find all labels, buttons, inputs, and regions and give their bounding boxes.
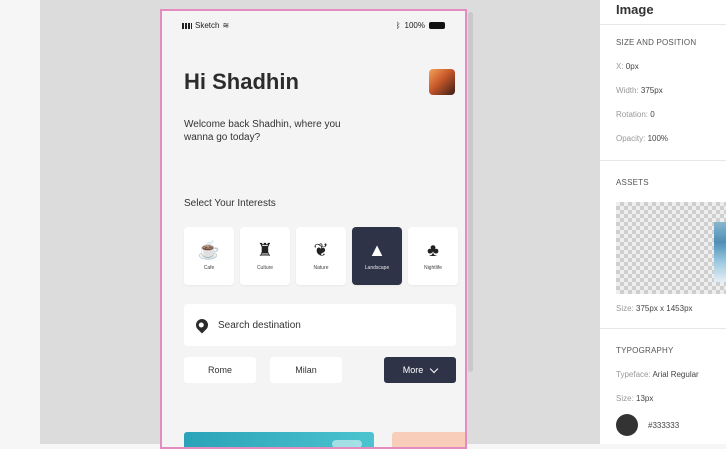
x-value: 0px [625,62,639,71]
font-size-label: Size: [616,394,634,403]
signal-icon [182,22,192,29]
typeface-value: Arial Regular [652,370,699,379]
artboard-scrollbar[interactable] [468,12,473,372]
width-value: 375px [640,86,663,95]
typography-heading: TYPOGRAPHY [616,346,674,355]
asset-size: Size: 375px x 1453px [616,304,693,313]
divider [600,160,726,161]
interests-heading: Select Your Interests [184,198,276,209]
width-field[interactable]: Width: 375px [616,86,663,95]
mountain-icon: ▲ [368,240,386,260]
destination-card[interactable] [184,432,374,447]
color-swatch[interactable] [616,414,638,436]
search-input[interactable]: Search destination [184,304,456,346]
interest-label: Nature [313,265,329,271]
inspector-panel: Image SIZE AND POSITION X: 0px Width: 37… [600,0,726,444]
coffee-cup-icon: ☕ [197,240,221,260]
inspector-title: Image [616,2,654,17]
opacity-field[interactable]: Opacity: 100% [616,134,668,143]
width-label: Width: [616,86,639,95]
monument-icon: ♜ [256,240,274,260]
chevron-down-icon [430,364,439,373]
more-button[interactable]: More [384,357,456,383]
phone-artboard[interactable]: Sketch ≋ ᛒ 100% Hi Shadhin Welcome back … [160,9,467,449]
wifi-icon: ≋ [222,21,230,30]
divider [600,24,726,25]
assets-heading: ASSETS [616,178,649,187]
asset-size-value: 375px x 1453px [636,304,693,313]
status-left: Sketch ≋ [182,21,229,30]
more-label: More [402,365,424,375]
greeting-title: Hi Shadhin [184,69,299,94]
status-bar: Sketch ≋ ᛒ 100% [182,21,445,33]
carrier-label: Sketch [195,21,220,30]
status-right: ᛒ 100% [396,21,445,30]
interest-label: Landscape [364,265,390,271]
interest-card-nightlife[interactable]: ♣ Nightlife [408,227,458,285]
size-position-heading: SIZE AND POSITION [616,38,697,47]
divider [600,328,726,329]
chip-milan[interactable]: Milan [270,357,342,383]
x-field[interactable]: X: 0px [616,62,639,71]
destination-card[interactable] [392,432,465,447]
battery-label: 100% [404,21,425,30]
interests-list: ☕ Cafe ♜ Culture ❦ Nature ▲ Landscape ♣ … [184,227,458,285]
color-value[interactable]: #333333 [648,421,679,430]
interest-card-cafe[interactable]: ☕ Cafe [184,227,234,285]
rotation-label: Rotation: [616,110,649,119]
location-pin-icon [193,316,211,334]
interest-label: Nightlife [423,265,443,271]
interest-label: Culture [256,265,274,271]
x-label: X: [616,62,624,71]
opacity-value: 100% [647,134,669,143]
chip-rome[interactable]: Rome [184,357,256,383]
rotation-value: 0 [650,110,655,119]
asset-thumbnail[interactable] [616,202,726,294]
city-chips: Rome Milan More [184,357,456,383]
search-placeholder: Search destination [218,319,301,331]
asset-size-label: Size: [616,304,634,313]
font-size-field[interactable]: Size: 13px [616,394,653,403]
interest-card-nature[interactable]: ❦ Nature [296,227,346,285]
typeface-field[interactable]: Typeface: Arial Regular [616,370,699,379]
typeface-label: Typeface: [616,370,651,379]
club-icon: ♣ [427,240,439,260]
bluetooth-icon: ᛒ [395,21,401,30]
rotation-field[interactable]: Rotation: 0 [616,110,655,119]
welcome-text: Welcome back Shadhin, where you wanna go… [184,119,341,143]
font-size-value: 13px [636,394,654,403]
leaf-icon: ❦ [313,240,329,260]
interest-card-landscape[interactable]: ▲ Landscape [352,227,402,285]
battery-icon [429,22,445,29]
interest-card-culture[interactable]: ♜ Culture [240,227,290,285]
opacity-label: Opacity: [616,134,646,143]
interest-label: Cafe [203,265,215,271]
avatar[interactable] [429,69,455,95]
